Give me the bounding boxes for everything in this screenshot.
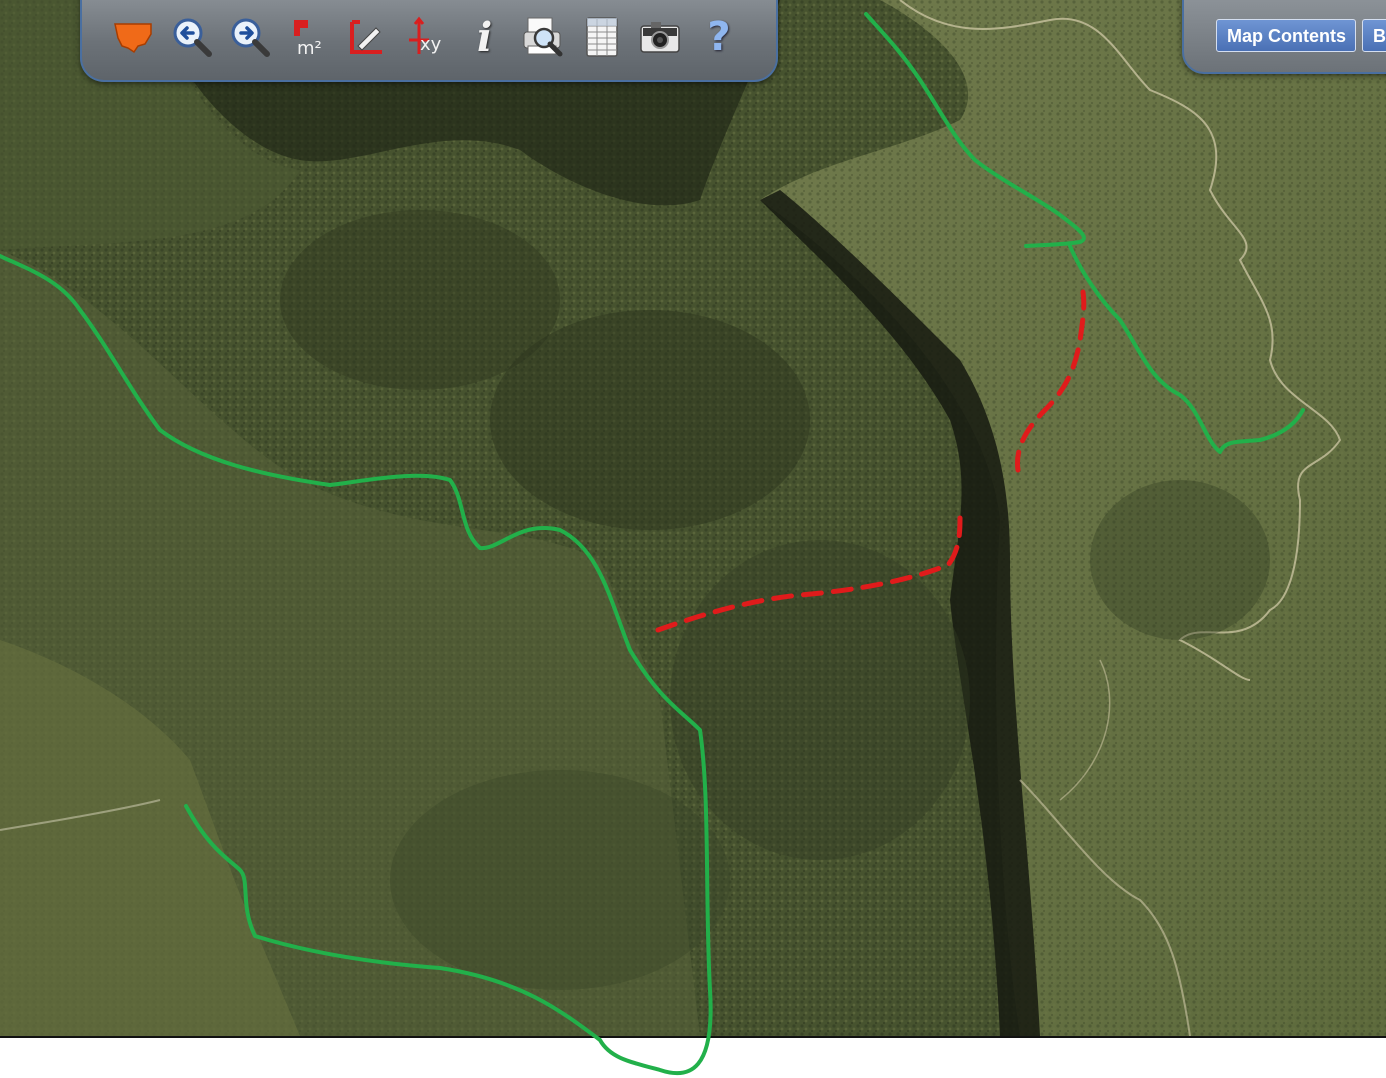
secondary-panel-button[interactable]: B: [1362, 19, 1386, 52]
print-preview-button[interactable]: [520, 14, 566, 60]
map-contents-button[interactable]: Map Contents: [1216, 19, 1356, 52]
measure-distance-button[interactable]: [344, 14, 390, 60]
measure-area-icon: m²: [293, 20, 322, 58]
help-icon: ?: [707, 14, 731, 60]
svg-text:xy: xy: [420, 34, 442, 55]
info-button[interactable]: i: [462, 13, 508, 61]
nsw-map-icon: [114, 23, 152, 54]
help-button[interactable]: ?: [696, 14, 742, 60]
map-toolbar: m² xy i ?: [80, 0, 778, 82]
zoom-back-icon: [173, 18, 212, 57]
svg-text:m²: m²: [297, 38, 322, 58]
aerial-map-view[interactable]: [0, 0, 1386, 1036]
zoom-forward-icon: [231, 18, 271, 57]
table-icon: [586, 17, 618, 57]
table-button[interactable]: [579, 14, 625, 60]
zoom-back-button[interactable]: [169, 14, 215, 60]
coordinates-icon: xy: [408, 16, 442, 55]
map-imagery: [0, 0, 1386, 1036]
blank-area: [0, 1038, 1386, 1078]
map-panel-tabs: Map Contents B: [1182, 0, 1386, 74]
coordinates-button[interactable]: xy: [403, 14, 449, 60]
nsw-map-button[interactable]: [110, 14, 156, 60]
measure-area-button[interactable]: m²: [286, 14, 332, 60]
zoom-forward-button[interactable]: [227, 14, 273, 60]
camera-button[interactable]: [637, 14, 683, 60]
print-preview-icon: [523, 17, 563, 57]
measure-distance-icon: [350, 20, 383, 54]
camera-icon: [640, 22, 681, 53]
info-icon: i: [476, 13, 493, 61]
